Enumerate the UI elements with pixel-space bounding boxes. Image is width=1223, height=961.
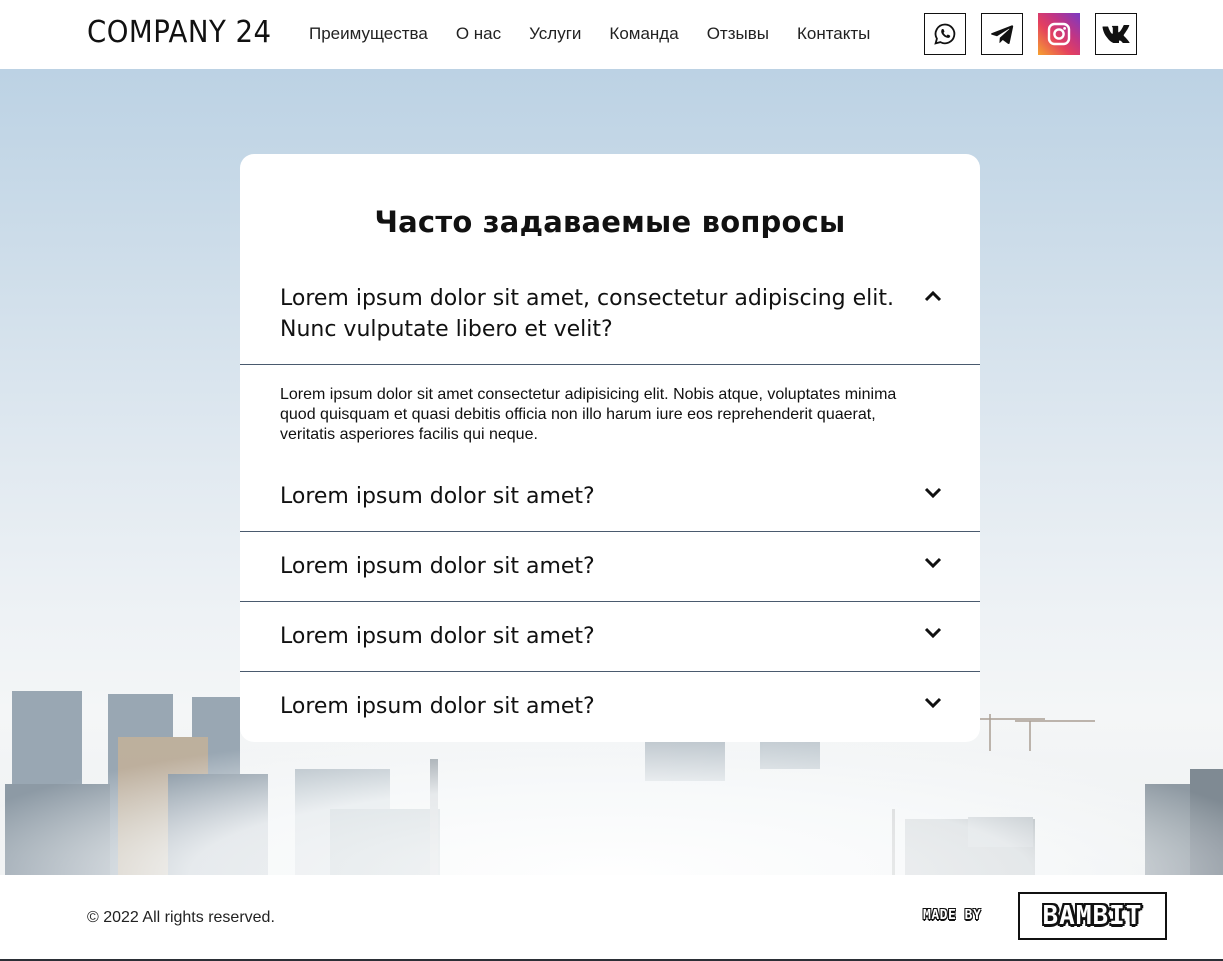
chevron-down-icon[interactable]: [924, 626, 942, 640]
chevron-down-icon[interactable]: [924, 556, 942, 570]
telegram-button[interactable]: [981, 13, 1023, 55]
faq-question-5[interactable]: Lorem ipsum dolor sit amet?: [240, 672, 980, 742]
whatsapp-button[interactable]: [924, 13, 966, 55]
faq-question-text: Lorem ipsum dolor sit amet, consectetur …: [280, 286, 894, 342]
nav-about[interactable]: О нас: [456, 24, 501, 44]
faq-question-text: Lorem ipsum dolor sit amet?: [280, 484, 595, 509]
vk-icon: [1102, 25, 1130, 43]
nav-contacts[interactable]: Контакты: [797, 24, 870, 44]
site-footer: © 2022 All rights reserved. MADE BY BAMB…: [0, 875, 1223, 961]
made-by-label: MADE BY: [923, 908, 982, 923]
faq-question-text: Lorem ipsum dolor sit amet?: [280, 554, 595, 579]
faq-question-3[interactable]: Lorem ipsum dolor sit amet?: [240, 532, 980, 602]
telegram-icon: [991, 25, 1014, 45]
instagram-button[interactable]: [1038, 13, 1080, 55]
logo[interactable]: COMPANY 24: [87, 15, 272, 50]
chevron-down-icon[interactable]: [924, 696, 942, 710]
fog-overlay: [0, 735, 1223, 875]
nav-team[interactable]: Команда: [609, 24, 678, 44]
nav-services[interactable]: Услуги: [529, 24, 581, 44]
faq-question-text: Lorem ipsum dolor sit amet?: [280, 694, 595, 719]
faq-question-1[interactable]: Lorem ipsum dolor sit amet, consectetur …: [240, 154, 980, 365]
site-header: COMPANY 24 Преимущества О нас Услуги Ком…: [0, 0, 1223, 69]
faq-question-text: Lorem ipsum dolor sit amet?: [280, 624, 595, 649]
chevron-down-icon[interactable]: [924, 486, 942, 500]
faq-answer-1: Lorem ipsum dolor sit amet consectetur a…: [280, 386, 897, 443]
instagram-icon: [1047, 22, 1071, 46]
nav-advantages[interactable]: Преимущества: [309, 24, 428, 44]
whatsapp-icon: [934, 23, 956, 45]
faq-card: Lorem ipsum dolor sit amet, consectetur …: [240, 154, 980, 742]
studio-logo-text: BAMBIT: [1042, 901, 1143, 931]
chevron-up-icon[interactable]: [924, 289, 942, 303]
faq-question-2[interactable]: Lorem ipsum dolor sit amet?: [240, 462, 980, 532]
faq-title: Часто задаваемые вопросы: [374, 205, 846, 239]
vk-button[interactable]: [1095, 13, 1137, 55]
social-links: [924, 13, 1137, 55]
faq-question-4[interactable]: Lorem ipsum dolor sit amet?: [240, 602, 980, 672]
main-nav: Преимущества О нас Услуги Команда Отзывы…: [309, 24, 870, 44]
nav-reviews[interactable]: Отзывы: [707, 24, 769, 44]
copyright-text: © 2022 All rights reserved.: [87, 909, 275, 926]
studio-logo-link[interactable]: BAMBIT: [1018, 892, 1167, 940]
